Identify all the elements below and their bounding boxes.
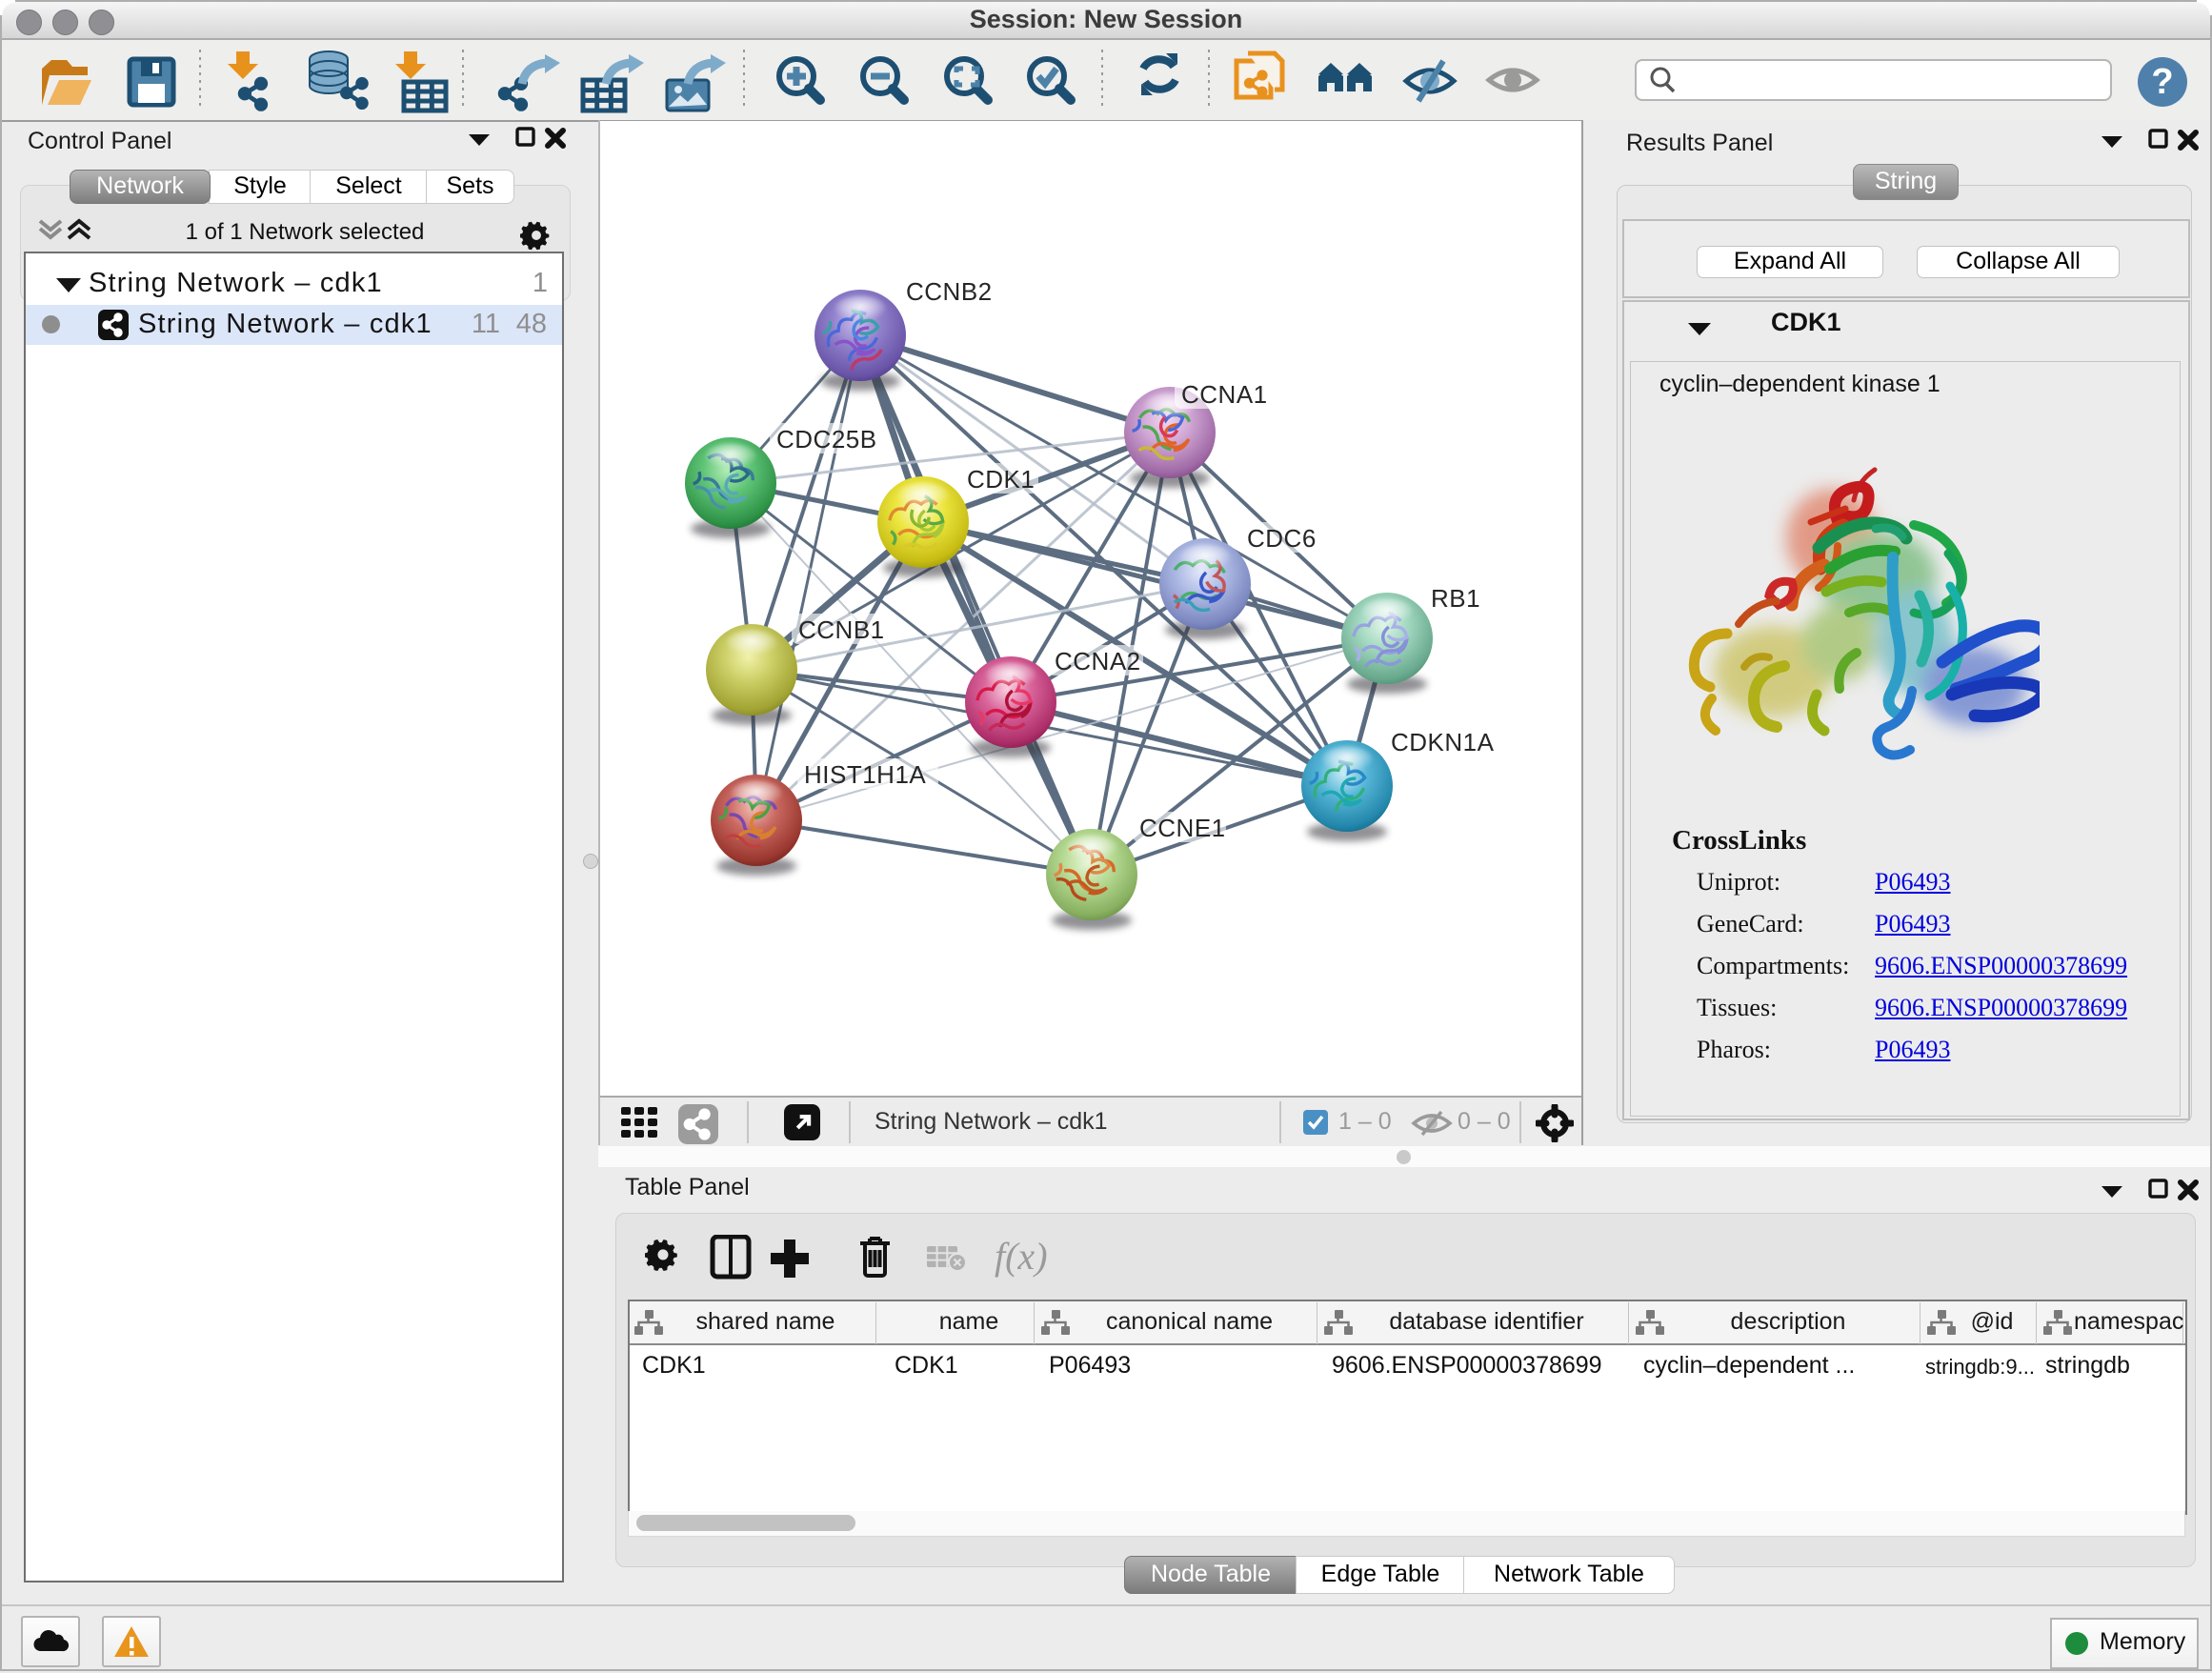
svg-text:CCNB2: CCNB2 (906, 277, 993, 306)
svg-text:HIST1H1A: HIST1H1A (804, 760, 926, 789)
svg-text:f(x): f(x) (995, 1235, 1048, 1278)
svg-text:CDC6: CDC6 (1247, 524, 1317, 553)
svg-text:CDK1: CDK1 (967, 465, 1035, 494)
svg-text:CCNE1: CCNE1 (1139, 814, 1226, 842)
svg-text:CDKN1A: CDKN1A (1391, 728, 1495, 756)
svg-text:CDC25B: CDC25B (776, 425, 877, 454)
svg-text:CCNA2: CCNA2 (1055, 647, 1141, 675)
svg-text:RB1: RB1 (1431, 584, 1480, 613)
svg-text:CCNB1: CCNB1 (798, 615, 885, 644)
svg-text:CCNA1: CCNA1 (1181, 380, 1268, 409)
